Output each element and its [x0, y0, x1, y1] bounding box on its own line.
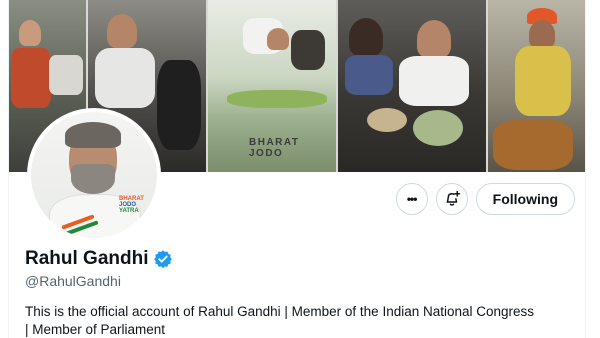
banner-divider — [486, 0, 488, 172]
bell-plus-icon — [446, 190, 460, 206]
profile-bio: This is the official account of Rahul Ga… — [25, 303, 577, 338]
banner-divider — [336, 0, 338, 172]
bharat-jodo-yatra-logo: BHARAT JODO YATRA — [119, 196, 144, 214]
more-button[interactable]: ••• — [395, 183, 428, 215]
profile-avatar[interactable]: BHARAT JODO YATRA — [27, 108, 161, 242]
verified-badge-icon — [153, 250, 172, 269]
banner-caption: BHARAT JODO — [249, 137, 300, 159]
avatar-hair — [65, 122, 121, 148]
ellipsis-icon: ••• — [406, 192, 418, 206]
avatar-beard — [71, 164, 115, 194]
following-button[interactable]: Following — [475, 183, 575, 215]
profile-actions: ••• Following — [395, 183, 575, 215]
bio-line: | Member of Parliament — [25, 322, 166, 337]
profile-name-row: Rahul Gandhi — [25, 248, 173, 270]
profile-card: BHARAT JODO BHARAT JODO YATRA ••• Follow… — [8, 0, 586, 338]
bio-line: This is the official account of Rahul Ga… — [25, 304, 535, 319]
notifications-button[interactable] — [435, 183, 468, 215]
banner-photo-5 — [487, 0, 585, 172]
display-name: Rahul Gandhi — [25, 248, 149, 269]
banner-divider — [206, 0, 208, 172]
banner-photo-3: BHARAT JODO — [207, 0, 337, 172]
profile-handle: @RahulGandhi — [25, 273, 121, 289]
banner-photo-4 — [337, 0, 487, 172]
avatar-image: BHARAT JODO YATRA — [31, 112, 157, 238]
